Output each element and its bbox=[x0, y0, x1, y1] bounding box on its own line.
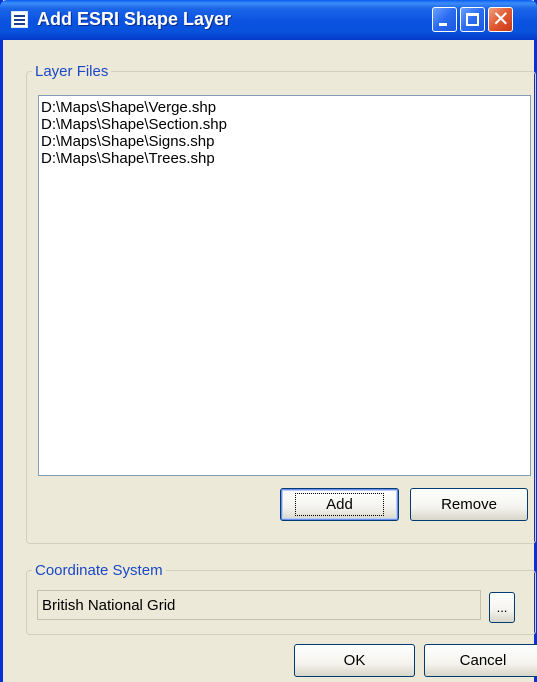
remove-button[interactable]: Remove bbox=[410, 488, 528, 521]
coordinate-system-legend: Coordinate System bbox=[35, 562, 163, 579]
window-app-icon bbox=[11, 11, 28, 28]
layer-files-list[interactable]: D:\Maps\Shape\Verge.shp D:\Maps\Shape\Se… bbox=[38, 95, 531, 476]
list-item[interactable]: D:\Maps\Shape\Trees.shp bbox=[41, 150, 528, 167]
close-button[interactable]: ✕ bbox=[488, 7, 513, 32]
cancel-button[interactable]: Cancel bbox=[424, 644, 537, 677]
add-button[interactable]: Add bbox=[280, 488, 399, 521]
browse-coordinate-button[interactable]: ... bbox=[489, 592, 515, 623]
title-bar[interactable]: Add ESRI Shape Layer ✕ bbox=[0, 0, 537, 40]
ok-button[interactable]: OK bbox=[294, 644, 415, 677]
list-item[interactable]: D:\Maps\Shape\Section.shp bbox=[41, 116, 528, 133]
dialog-window: Add ESRI Shape Layer ✕ Layer Files D:\Ma… bbox=[0, 0, 537, 682]
close-icon: ✕ bbox=[492, 7, 510, 31]
layer-files-legend: Layer Files bbox=[35, 63, 109, 80]
list-item[interactable]: D:\Maps\Shape\Signs.shp bbox=[41, 133, 528, 150]
add-button-label: Add bbox=[295, 493, 384, 516]
minimize-icon bbox=[439, 23, 447, 26]
coordinate-system-field: British National Grid bbox=[37, 590, 481, 620]
list-item[interactable]: D:\Maps\Shape\Verge.shp bbox=[41, 99, 528, 116]
maximize-icon bbox=[466, 13, 479, 26]
minimize-button[interactable] bbox=[432, 7, 457, 32]
maximize-button[interactable] bbox=[460, 7, 485, 32]
window-title: Add ESRI Shape Layer bbox=[37, 9, 232, 29]
